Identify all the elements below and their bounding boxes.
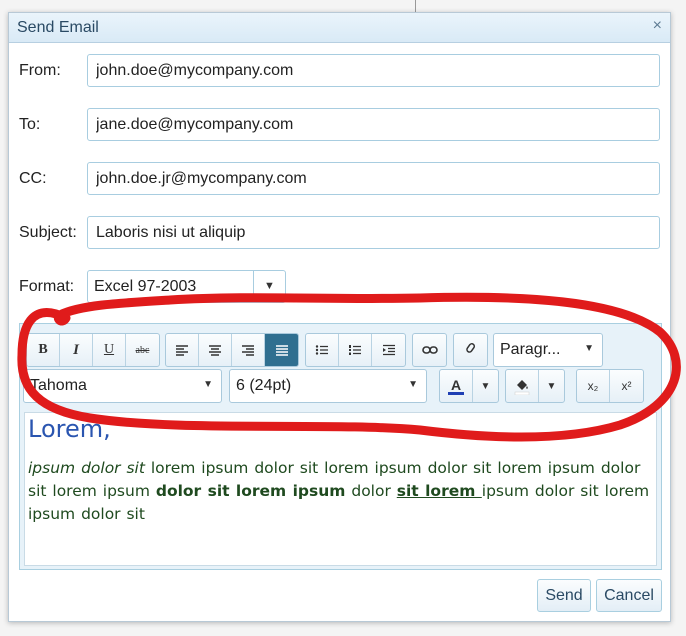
- background-color-picker[interactable]: ▼: [505, 369, 565, 403]
- cc-field[interactable]: [87, 162, 660, 195]
- align-left-icon: [176, 345, 188, 356]
- unlink-icon: [465, 343, 475, 353]
- cancel-button[interactable]: Cancel: [596, 579, 662, 612]
- subscript-button[interactable]: x₂: [577, 370, 610, 402]
- font-size-value: 6 (24pt): [236, 377, 292, 394]
- cc-label: CC:: [19, 170, 47, 187]
- format-select[interactable]: Excel 97-2003 ▼: [87, 270, 286, 303]
- link-group: [412, 333, 447, 367]
- format-select-value: Excel 97-2003: [94, 278, 197, 295]
- link-icon: [421, 346, 438, 354]
- close-icon[interactable]: ×: [653, 17, 662, 35]
- numbered-list-icon: [349, 345, 361, 355]
- align-center-icon: [209, 345, 221, 356]
- italic-icon: I: [73, 341, 79, 358]
- numbered-list-button[interactable]: [339, 334, 372, 366]
- to-row: To:: [9, 108, 670, 142]
- cc-row: CC:: [9, 162, 670, 196]
- content-text-2: dolor: [345, 482, 397, 500]
- font-color-button[interactable]: A: [440, 370, 473, 402]
- font-name-dropdown[interactable]: Tahoma ▼: [23, 369, 222, 403]
- editor-toolbar-row-2: Tahoma ▼ 6 (24pt) ▼ A ▼ ▼ x₂ x²: [23, 369, 659, 403]
- alignment-group: [165, 333, 299, 367]
- content-bold-text: dolor sit lorem ipsum: [155, 482, 346, 500]
- format-row: Format: Excel 97-2003 ▼: [9, 270, 670, 304]
- content-heading: Lorem,: [28, 415, 111, 443]
- bullet-list-button[interactable]: [306, 334, 339, 366]
- send-button[interactable]: Send: [537, 579, 591, 612]
- dialog-title: Send Email: [17, 19, 99, 36]
- editor-toolbar-row-1: B I U abc Paragr... ▼: [24, 333, 659, 367]
- align-right-button[interactable]: [232, 334, 265, 366]
- superscript-button[interactable]: x²: [610, 370, 643, 402]
- underline-icon: U: [103, 342, 115, 357]
- to-label: To:: [19, 116, 41, 133]
- chevron-down-icon[interactable]: ▼: [408, 379, 418, 390]
- subscript-icon: x₂: [587, 379, 599, 393]
- font-color-swatch: [448, 391, 464, 395]
- font-size-dropdown[interactable]: 6 (24pt) ▼: [229, 369, 427, 403]
- background-tick: [415, 0, 416, 12]
- format-label: Format:: [19, 278, 75, 295]
- bullet-list-icon: [315, 345, 328, 355]
- from-row: From:: [9, 54, 670, 88]
- indent-button[interactable]: [372, 334, 405, 366]
- align-right-icon: [242, 345, 254, 356]
- content-italic-text: ipsum dolor sit: [28, 459, 145, 477]
- font-color-letter: A: [450, 376, 462, 393]
- from-label: From:: [19, 62, 61, 79]
- justify-button[interactable]: [265, 334, 298, 366]
- script-group: x₂ x²: [576, 369, 644, 403]
- rich-text-editor: B I U abc Paragr... ▼ Tahoma ▼ 6 (24pt) …: [19, 323, 662, 570]
- strikethrough-icon: abc: [135, 344, 150, 356]
- subject-label: Subject:: [19, 224, 77, 241]
- bold-button[interactable]: B: [27, 334, 60, 366]
- font-color-picker[interactable]: A ▼: [439, 369, 499, 403]
- remove-link-button[interactable]: [454, 334, 487, 366]
- background-color-button[interactable]: [506, 370, 539, 402]
- to-field[interactable]: [87, 108, 660, 141]
- block-format-dropdown[interactable]: Paragr... ▼: [493, 333, 603, 367]
- send-email-dialog: Send Email × From: To: CC: Subject: Form…: [8, 12, 671, 622]
- font-name-value: Tahoma: [30, 377, 87, 394]
- italic-button[interactable]: I: [60, 334, 93, 366]
- underline-button[interactable]: U: [93, 334, 126, 366]
- editor-content[interactable]: Lorem, ipsum dolor sit lorem ipsum dolor…: [24, 412, 657, 566]
- from-field[interactable]: [87, 54, 660, 87]
- justify-icon: [275, 345, 288, 356]
- content-paragraph: ipsum dolor sit lorem ipsum dolor sit lo…: [28, 457, 653, 526]
- dialog-titlebar[interactable]: Send Email ×: [9, 13, 670, 43]
- unlink-group: [453, 333, 488, 367]
- subject-row: Subject:: [9, 216, 670, 250]
- align-left-button[interactable]: [166, 334, 199, 366]
- superscript-icon: x²: [621, 379, 632, 393]
- list-group: [305, 333, 406, 367]
- insert-link-button[interactable]: [413, 334, 446, 366]
- subject-field[interactable]: [87, 216, 660, 249]
- strikethrough-button[interactable]: abc: [126, 334, 159, 366]
- bold-icon: B: [38, 342, 48, 357]
- block-format-value: Paragr...: [500, 341, 561, 358]
- chevron-down-icon[interactable]: ▼: [584, 343, 594, 354]
- chevron-down-icon[interactable]: ▼: [539, 370, 564, 402]
- align-center-button[interactable]: [199, 334, 232, 366]
- paint-bucket-icon: [514, 380, 530, 395]
- chevron-down-icon[interactable]: ▼: [203, 379, 213, 390]
- content-underlined-text: sit lorem: [396, 482, 482, 500]
- text-style-group: B I U abc: [26, 333, 160, 367]
- chevron-down-icon[interactable]: ▼: [253, 271, 285, 302]
- indent-icon: [382, 344, 395, 356]
- chevron-down-icon[interactable]: ▼: [473, 370, 498, 402]
- font-color-icon: A: [448, 378, 464, 395]
